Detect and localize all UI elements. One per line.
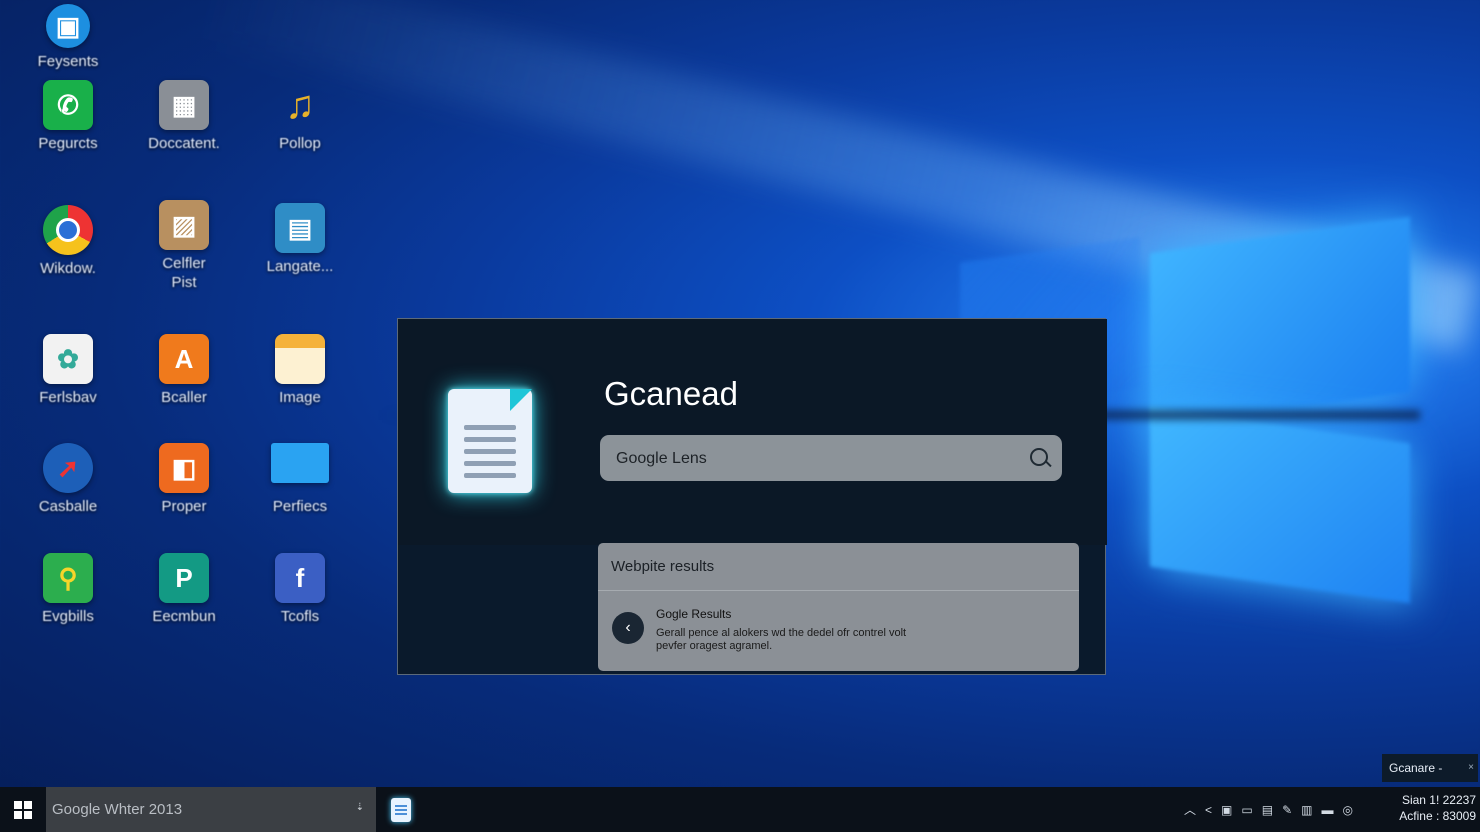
chevron-up-icon[interactable]: ︿ xyxy=(1184,801,1196,818)
publisher-icon: P xyxy=(159,553,209,603)
maps-icon: ⚲ xyxy=(43,553,93,603)
desktop-icon-image[interactable]: Image xyxy=(250,334,350,407)
keyboard-icon[interactable]: ▬ xyxy=(1321,803,1333,817)
tray-icon-4[interactable]: ▥ xyxy=(1301,803,1312,817)
music-icon: ♫ xyxy=(285,82,315,127)
search-icon[interactable] xyxy=(1030,448,1048,466)
desktop-icon-label: Wikdow. xyxy=(40,260,96,277)
result-title[interactable]: Gogle Results xyxy=(656,607,731,621)
result-description: Gerall pence al alokers wd the dedel ofr… xyxy=(656,627,907,652)
share-icon[interactable]: < xyxy=(1205,803,1212,817)
clock-line-1: Sian 1! 22237 xyxy=(1401,793,1476,807)
desktop-icon-langate[interactable]: ▤ Langate... xyxy=(250,203,350,276)
desktop-icon-ferlsbav[interactable]: ✿ Ferlsbav xyxy=(18,334,118,407)
desktop-icon-tcofls[interactable]: f Tcofls xyxy=(250,553,350,626)
folder-icon xyxy=(275,334,325,384)
folder-icon: ▣ xyxy=(46,4,90,48)
desktop-icon-eecmbun[interactable]: P Eecmbun xyxy=(134,553,234,626)
desktop-icon-evgbills[interactable]: ⚲ Evgbills xyxy=(18,553,118,626)
document-icon: ▤ xyxy=(275,203,325,253)
desktop-icon-feysents[interactable]: ▣ Feysents xyxy=(18,4,118,71)
desktop-icon-bcaller[interactable]: A Bcaller xyxy=(134,334,234,407)
desktop-icon-label: Perfiecs xyxy=(272,498,328,515)
document-icon xyxy=(391,798,411,822)
network-icon[interactable]: ◎ xyxy=(1342,803,1352,817)
desktop-icon-label: Image xyxy=(279,389,321,406)
taskbar-app-document[interactable] xyxy=(388,795,414,825)
desktop-icon-label: Langate... xyxy=(266,258,334,275)
result-item[interactable]: ‹ Gogle Results Gerall pence al alokers … xyxy=(612,607,1052,652)
clock[interactable]: Sian 1! 22237 Acfine : 83009 xyxy=(1399,792,1476,824)
desktop-icon-label: Pollop xyxy=(279,135,321,152)
chrome-icon xyxy=(43,205,93,255)
desktop-icon-label: Doccatent. xyxy=(148,135,220,152)
monitor-icon xyxy=(271,443,329,483)
compass-icon: ➚ xyxy=(43,443,93,493)
taskbar-search-text[interactable]: Google Whter 2013 xyxy=(52,787,182,832)
chevron-left-icon[interactable]: ‹ xyxy=(612,612,644,644)
desktop-icon-label: Evgbills xyxy=(42,608,94,625)
taskbar: Google Whter 2013 ⇣ ︿ < ▣ ▭ ▤ ✎ ▥ ▬ ◎ Si… xyxy=(0,787,1480,832)
photo-icon: ▨ xyxy=(159,200,209,250)
tray-icon-1[interactable]: ▣ xyxy=(1221,803,1232,817)
desktop-icon-label: Proper xyxy=(161,498,207,515)
system-tray: ︿ < ▣ ▭ ▤ ✎ ▥ ▬ ◎ xyxy=(1184,787,1353,832)
desktop-icon-pollop[interactable]: ♫ Pollop xyxy=(250,80,350,153)
windows-logo-icon xyxy=(13,800,32,819)
phone-icon: ✆ xyxy=(43,80,93,130)
search-box[interactable] xyxy=(600,435,1062,483)
desktop-icon-casballe[interactable]: ➚ Casballe xyxy=(18,443,118,516)
search-window-title: Gcanead xyxy=(604,375,738,412)
document-icon xyxy=(448,389,534,495)
notification-toast[interactable]: Gcanare - × xyxy=(1382,754,1478,782)
desktop-icon-label: Ferlsbav xyxy=(39,389,97,406)
tray-icon-2[interactable]: ▭ xyxy=(1241,803,1252,817)
results-header: Webpite results xyxy=(598,543,1079,591)
search-window-header: Gcanead xyxy=(398,319,1107,545)
photos-icon: ✿ xyxy=(43,334,93,384)
app-icon: A xyxy=(159,334,209,384)
desktop-icon-label: Casballe xyxy=(38,498,98,515)
office-icon: ◧ xyxy=(159,443,209,493)
desktop-icon-label: Tcofls xyxy=(280,608,320,625)
desktop-icon-label: Celfler Pist xyxy=(162,255,206,291)
desktop-icon-doccatent[interactable]: ▦ Doccatent. xyxy=(134,80,234,153)
search-input[interactable] xyxy=(614,435,1018,483)
tray-icon-3[interactable]: ▤ xyxy=(1262,803,1273,817)
facebook-icon: f xyxy=(275,553,325,603)
pin-icon[interactable]: ✎ xyxy=(1282,803,1292,817)
toast-text: Gcanare - xyxy=(1389,761,1443,775)
desktop-icon-label: Bcaller xyxy=(161,389,207,406)
microphone-icon[interactable]: ⇣ xyxy=(356,802,364,813)
desktop-icon-label: Eecmbun xyxy=(152,608,216,625)
clock-line-2: Acfine : 83009 xyxy=(1399,809,1476,823)
desktop-icon-label: Pegurcts xyxy=(38,135,98,152)
taskbar-search[interactable]: Google Whter 2013 ⇣ xyxy=(46,787,376,832)
desktop-icon-proper[interactable]: ◧ Proper xyxy=(134,443,234,516)
desktop-icon-celfler-pist[interactable]: ▨ Celfler Pist xyxy=(134,200,234,292)
close-icon[interactable]: × xyxy=(1468,754,1474,782)
results-panel: Webpite results ‹ Gogle Results Gerall p… xyxy=(598,543,1079,671)
desktop-icon-wikdow[interactable]: Wikdow. xyxy=(18,205,118,278)
window-pane-top xyxy=(1150,216,1410,429)
calculator-icon: ▦ xyxy=(159,80,209,130)
desktop-icon-label: Feysents xyxy=(37,53,99,70)
desktop-icon-pegurcts[interactable]: ✆ Pegurcts xyxy=(18,80,118,153)
desktop-icon-perfiecs[interactable]: Perfiecs xyxy=(250,443,350,516)
start-button[interactable] xyxy=(0,787,45,832)
window-pane-bottom xyxy=(1150,406,1410,604)
